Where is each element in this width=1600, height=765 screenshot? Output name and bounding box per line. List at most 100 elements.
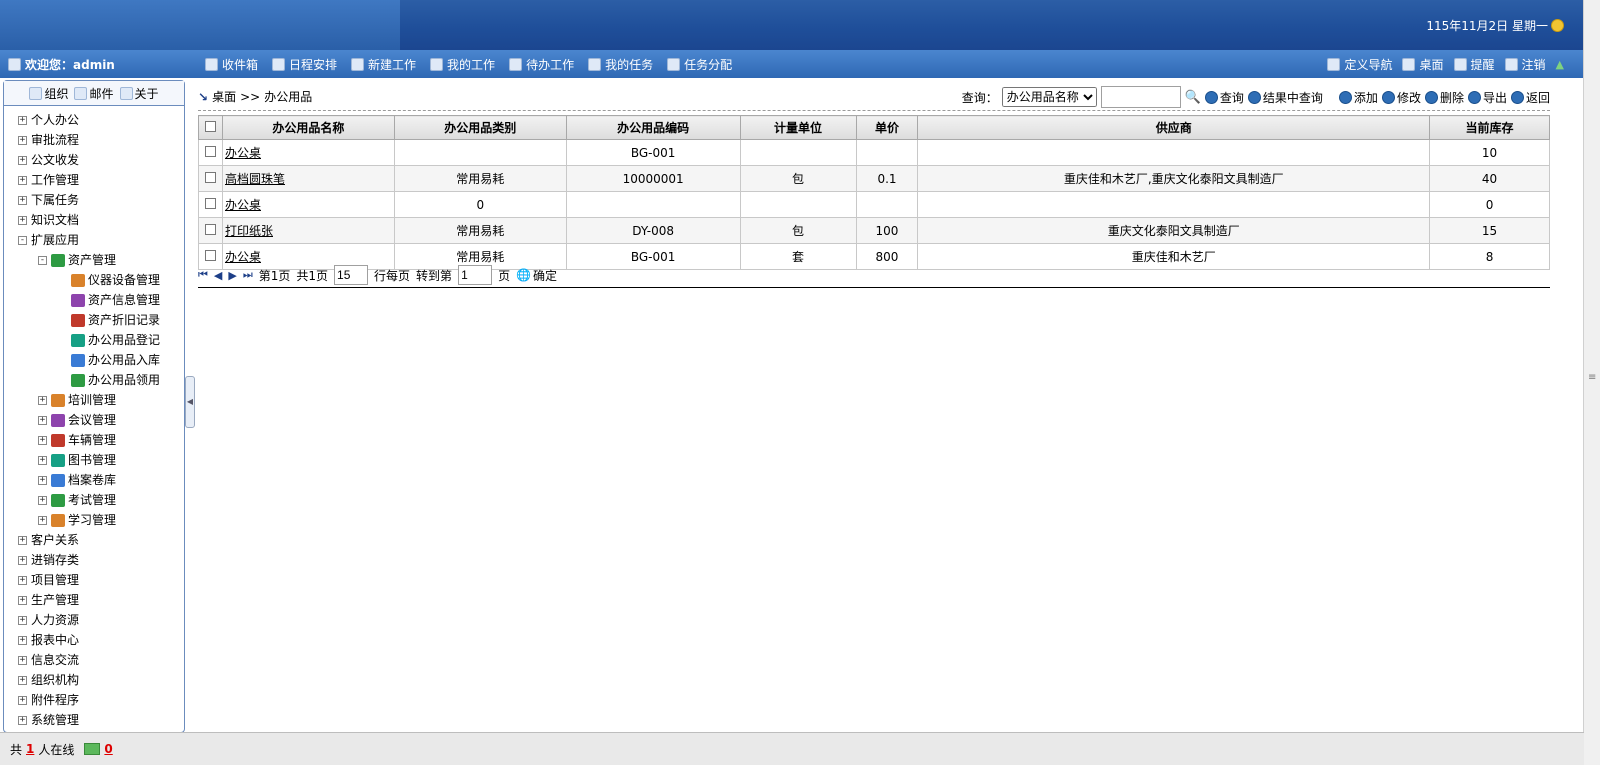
tree-item[interactable]: + 下属任务 bbox=[4, 190, 184, 210]
page-scrollbar[interactable]: ≡ bbox=[1583, 0, 1600, 765]
tree-item[interactable]: + 会议管理 bbox=[4, 410, 184, 430]
table-row[interactable]: 打印纸张 常用易耗 DY-008 包 100 重庆文化泰阳文具制造厂 15 bbox=[198, 217, 1550, 244]
row-checkbox[interactable] bbox=[204, 171, 216, 183]
item-name-link[interactable]: 办公桌 bbox=[225, 146, 261, 160]
tree-item[interactable]: + 个人办公 bbox=[4, 110, 184, 130]
row-checkbox[interactable] bbox=[204, 223, 216, 235]
col-header-category[interactable]: 办公用品类别 bbox=[393, 115, 567, 140]
nav-reminder[interactable]: 提醒 bbox=[1453, 56, 1495, 73]
tree-item[interactable]: + 考试管理 bbox=[4, 490, 184, 510]
tree-item[interactable]: - 资产管理 bbox=[4, 250, 184, 270]
tree-item[interactable]: 资产折旧记录 bbox=[4, 310, 184, 330]
col-header-stock[interactable]: 当前库存 bbox=[1429, 115, 1550, 140]
nav-pending-work[interactable]: 待办工作 bbox=[509, 56, 574, 73]
expand-icon[interactable]: + bbox=[18, 715, 27, 725]
expand-icon[interactable]: + bbox=[18, 675, 27, 685]
nav-my-tasks[interactable]: 我的任务 bbox=[588, 56, 653, 73]
nav-task-assign[interactable]: 任务分配 bbox=[667, 56, 732, 73]
tree-item[interactable]: + 报表中心 bbox=[4, 630, 184, 650]
tree-item[interactable]: + 客户关系 bbox=[4, 530, 184, 550]
collapse-icon[interactable]: - bbox=[38, 255, 47, 265]
expand-icon[interactable]: + bbox=[18, 135, 27, 145]
col-header-code[interactable]: 办公用品编码 bbox=[565, 115, 741, 140]
nav-logout[interactable]: 注销 bbox=[1504, 56, 1546, 73]
nav-custom-nav[interactable]: 定义导航 bbox=[1327, 56, 1392, 73]
search-icon[interactable]: 🔍 bbox=[1185, 90, 1201, 105]
row-checkbox[interactable] bbox=[204, 249, 216, 261]
expand-icon[interactable]: + bbox=[38, 495, 47, 505]
query-button[interactable]: 查询 bbox=[1204, 89, 1244, 106]
sidebar-collapse-handle[interactable]: ◀ bbox=[185, 376, 195, 428]
expand-icon[interactable]: + bbox=[18, 655, 27, 665]
nav-desktop[interactable]: 桌面 bbox=[1402, 56, 1444, 73]
tree-item[interactable]: + 系统管理 bbox=[4, 710, 184, 730]
last-page-icon[interactable]: ⏭ bbox=[243, 268, 253, 282]
item-name-link[interactable]: 打印纸张 bbox=[225, 224, 273, 238]
tree-item[interactable]: + 工作管理 bbox=[4, 170, 184, 190]
tree-item[interactable]: + 公文收发 bbox=[4, 150, 184, 170]
row-checkbox[interactable] bbox=[204, 197, 216, 209]
expand-icon[interactable]: + bbox=[38, 435, 47, 445]
expand-icon[interactable]: + bbox=[18, 535, 27, 545]
expand-icon[interactable]: + bbox=[38, 455, 47, 465]
expand-icon[interactable]: + bbox=[18, 215, 27, 225]
row-checkbox[interactable] bbox=[204, 145, 216, 157]
item-name-link[interactable]: 高档圆珠笔 bbox=[225, 172, 285, 186]
tree-item[interactable]: 办公用品领用 bbox=[4, 370, 184, 390]
nav-schedule[interactable]: 日程安排 bbox=[272, 56, 337, 73]
table-row[interactable]: 办公桌 BG-001 10 bbox=[198, 139, 1550, 166]
tree-item[interactable]: + 审批流程 bbox=[4, 130, 184, 150]
tree-item[interactable]: + 车辆管理 bbox=[4, 430, 184, 450]
tab-organization[interactable]: 组织 bbox=[29, 85, 68, 102]
tree-item[interactable]: 办公用品入库 bbox=[4, 350, 184, 370]
col-header-name[interactable]: 办公用品名称 bbox=[221, 115, 395, 140]
expand-icon[interactable]: + bbox=[38, 415, 47, 425]
back-button[interactable]: 返回 bbox=[1510, 89, 1550, 106]
collapse-icon[interactable]: - bbox=[18, 235, 27, 245]
expand-icon[interactable]: + bbox=[38, 475, 47, 485]
tree-item[interactable]: + 组织机构 bbox=[4, 670, 184, 690]
tree-item[interactable]: + 人力资源 bbox=[4, 610, 184, 630]
next-page-icon[interactable]: ▶ bbox=[228, 269, 236, 282]
tree-item[interactable]: + 附件程序 bbox=[4, 690, 184, 710]
expand-icon[interactable]: + bbox=[18, 155, 27, 165]
item-name-link[interactable]: 办公桌 bbox=[225, 250, 261, 264]
tree-item[interactable]: - 扩展应用 bbox=[4, 230, 184, 250]
col-header-unit[interactable]: 计量单位 bbox=[739, 115, 857, 140]
select-all-checkbox[interactable] bbox=[204, 120, 216, 132]
tree-item[interactable]: + 档案卷库 bbox=[4, 470, 184, 490]
confirm-button[interactable]: 🌐 确定 bbox=[516, 267, 557, 284]
tab-about[interactable]: 关于 bbox=[119, 85, 159, 102]
expand-icon[interactable]: + bbox=[18, 635, 27, 645]
edit-button[interactable]: 修改 bbox=[1381, 89, 1421, 106]
delete-button[interactable]: 删除 bbox=[1424, 89, 1464, 106]
item-name-link[interactable]: 办公桌 bbox=[225, 198, 261, 212]
tree-item[interactable]: 资产信息管理 bbox=[4, 290, 184, 310]
tree-item[interactable]: + 图书管理 bbox=[4, 450, 184, 470]
expand-icon[interactable]: + bbox=[18, 595, 27, 605]
prev-page-icon[interactable]: ◀ bbox=[214, 269, 222, 282]
expand-icon[interactable]: + bbox=[18, 195, 27, 205]
expand-icon[interactable]: + bbox=[18, 115, 27, 125]
tree-item[interactable]: + 进销存类 bbox=[4, 550, 184, 570]
page-size-input[interactable] bbox=[334, 265, 369, 285]
nav-inbox[interactable]: 收件箱 bbox=[205, 56, 258, 73]
online-count[interactable]: 1 bbox=[26, 742, 34, 756]
add-button[interactable]: 添加 bbox=[1338, 89, 1378, 106]
col-header-supplier[interactable]: 供应商 bbox=[917, 115, 1431, 140]
tree-item[interactable]: + 项目管理 bbox=[4, 570, 184, 590]
col-header-price[interactable]: 单价 bbox=[855, 115, 919, 140]
tree-item[interactable]: + 知识文档 bbox=[4, 210, 184, 230]
query-input[interactable] bbox=[1100, 86, 1181, 108]
expand-icon[interactable]: + bbox=[38, 515, 47, 525]
nav-my-work[interactable]: 我的工作 bbox=[430, 56, 495, 73]
tab-mail[interactable]: 邮件 bbox=[74, 85, 114, 102]
first-page-icon[interactable]: ⏮ bbox=[198, 268, 208, 282]
expand-icon[interactable]: + bbox=[18, 695, 27, 705]
query-field-select[interactable]: 办公用品名称 bbox=[1001, 87, 1097, 107]
tree-item[interactable]: + 学习管理 bbox=[4, 510, 184, 530]
mail-icon[interactable] bbox=[84, 743, 101, 755]
tree-item[interactable]: + 信息交流 bbox=[4, 650, 184, 670]
goto-page-input[interactable] bbox=[458, 265, 493, 285]
expand-icon[interactable]: + bbox=[18, 555, 27, 565]
